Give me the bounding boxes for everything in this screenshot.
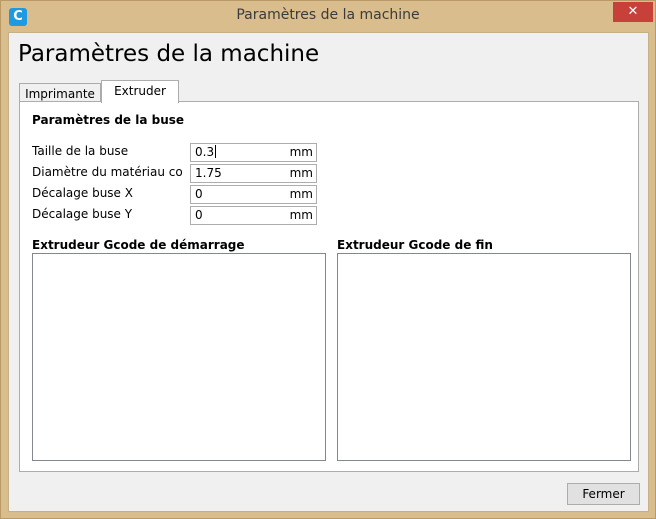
close-icon: ✕	[627, 4, 639, 19]
nozzle-size-input[interactable]: 0.3 mm	[190, 143, 317, 162]
nozzle-offset-x-input[interactable]: 0 mm	[190, 185, 317, 204]
end-gcode-textarea[interactable]	[337, 253, 631, 461]
extruder-tab-panel: Paramètres de la buse Taille de la buse …	[19, 101, 639, 472]
close-button[interactable]: Fermer	[567, 483, 640, 505]
title-bar[interactable]: C Paramètres de la machine ✕	[1, 1, 655, 32]
nozzle-offset-x-label: Décalage buse X	[32, 186, 133, 200]
window-close-button[interactable]: ✕	[613, 2, 653, 22]
nozzle-offset-x-value: 0	[195, 187, 203, 201]
tab-extruder[interactable]: Extruder	[101, 80, 179, 103]
material-diameter-label: Diamètre du matériau co...	[32, 165, 182, 179]
page-title: Paramètres de la machine	[18, 41, 320, 67]
nozzle-offset-y-label: Décalage buse Y	[32, 207, 133, 221]
start-gcode-label: Extrudeur Gcode de démarrage	[32, 238, 245, 252]
nozzle-size-value: 0.3	[195, 145, 215, 159]
material-diameter-input[interactable]: 1.75 mm	[190, 164, 317, 183]
dialog-body: Paramètres de la machine Imprimante Extr…	[8, 32, 649, 512]
nozzle-size-label: Taille de la buse	[32, 144, 129, 158]
nozzle-section-title: Paramètres de la buse	[32, 113, 185, 127]
material-diameter-unit: mm	[289, 166, 313, 180]
window-title: Paramètres de la machine	[236, 7, 420, 23]
nozzle-size-unit: mm	[289, 145, 313, 159]
end-gcode-label: Extrudeur Gcode de fin	[337, 238, 493, 252]
nozzle-offset-y-unit: mm	[289, 208, 313, 222]
start-gcode-textarea[interactable]	[32, 253, 326, 461]
machine-settings-window: C Paramètres de la machine ✕ Paramètres …	[0, 0, 656, 519]
nozzle-offset-y-input[interactable]: 0 mm	[190, 206, 317, 225]
nozzle-offset-y-value: 0	[195, 208, 203, 222]
nozzle-offset-x-unit: mm	[289, 187, 313, 201]
tab-imprimante[interactable]: Imprimante	[19, 83, 101, 103]
material-diameter-value: 1.75	[195, 166, 222, 180]
